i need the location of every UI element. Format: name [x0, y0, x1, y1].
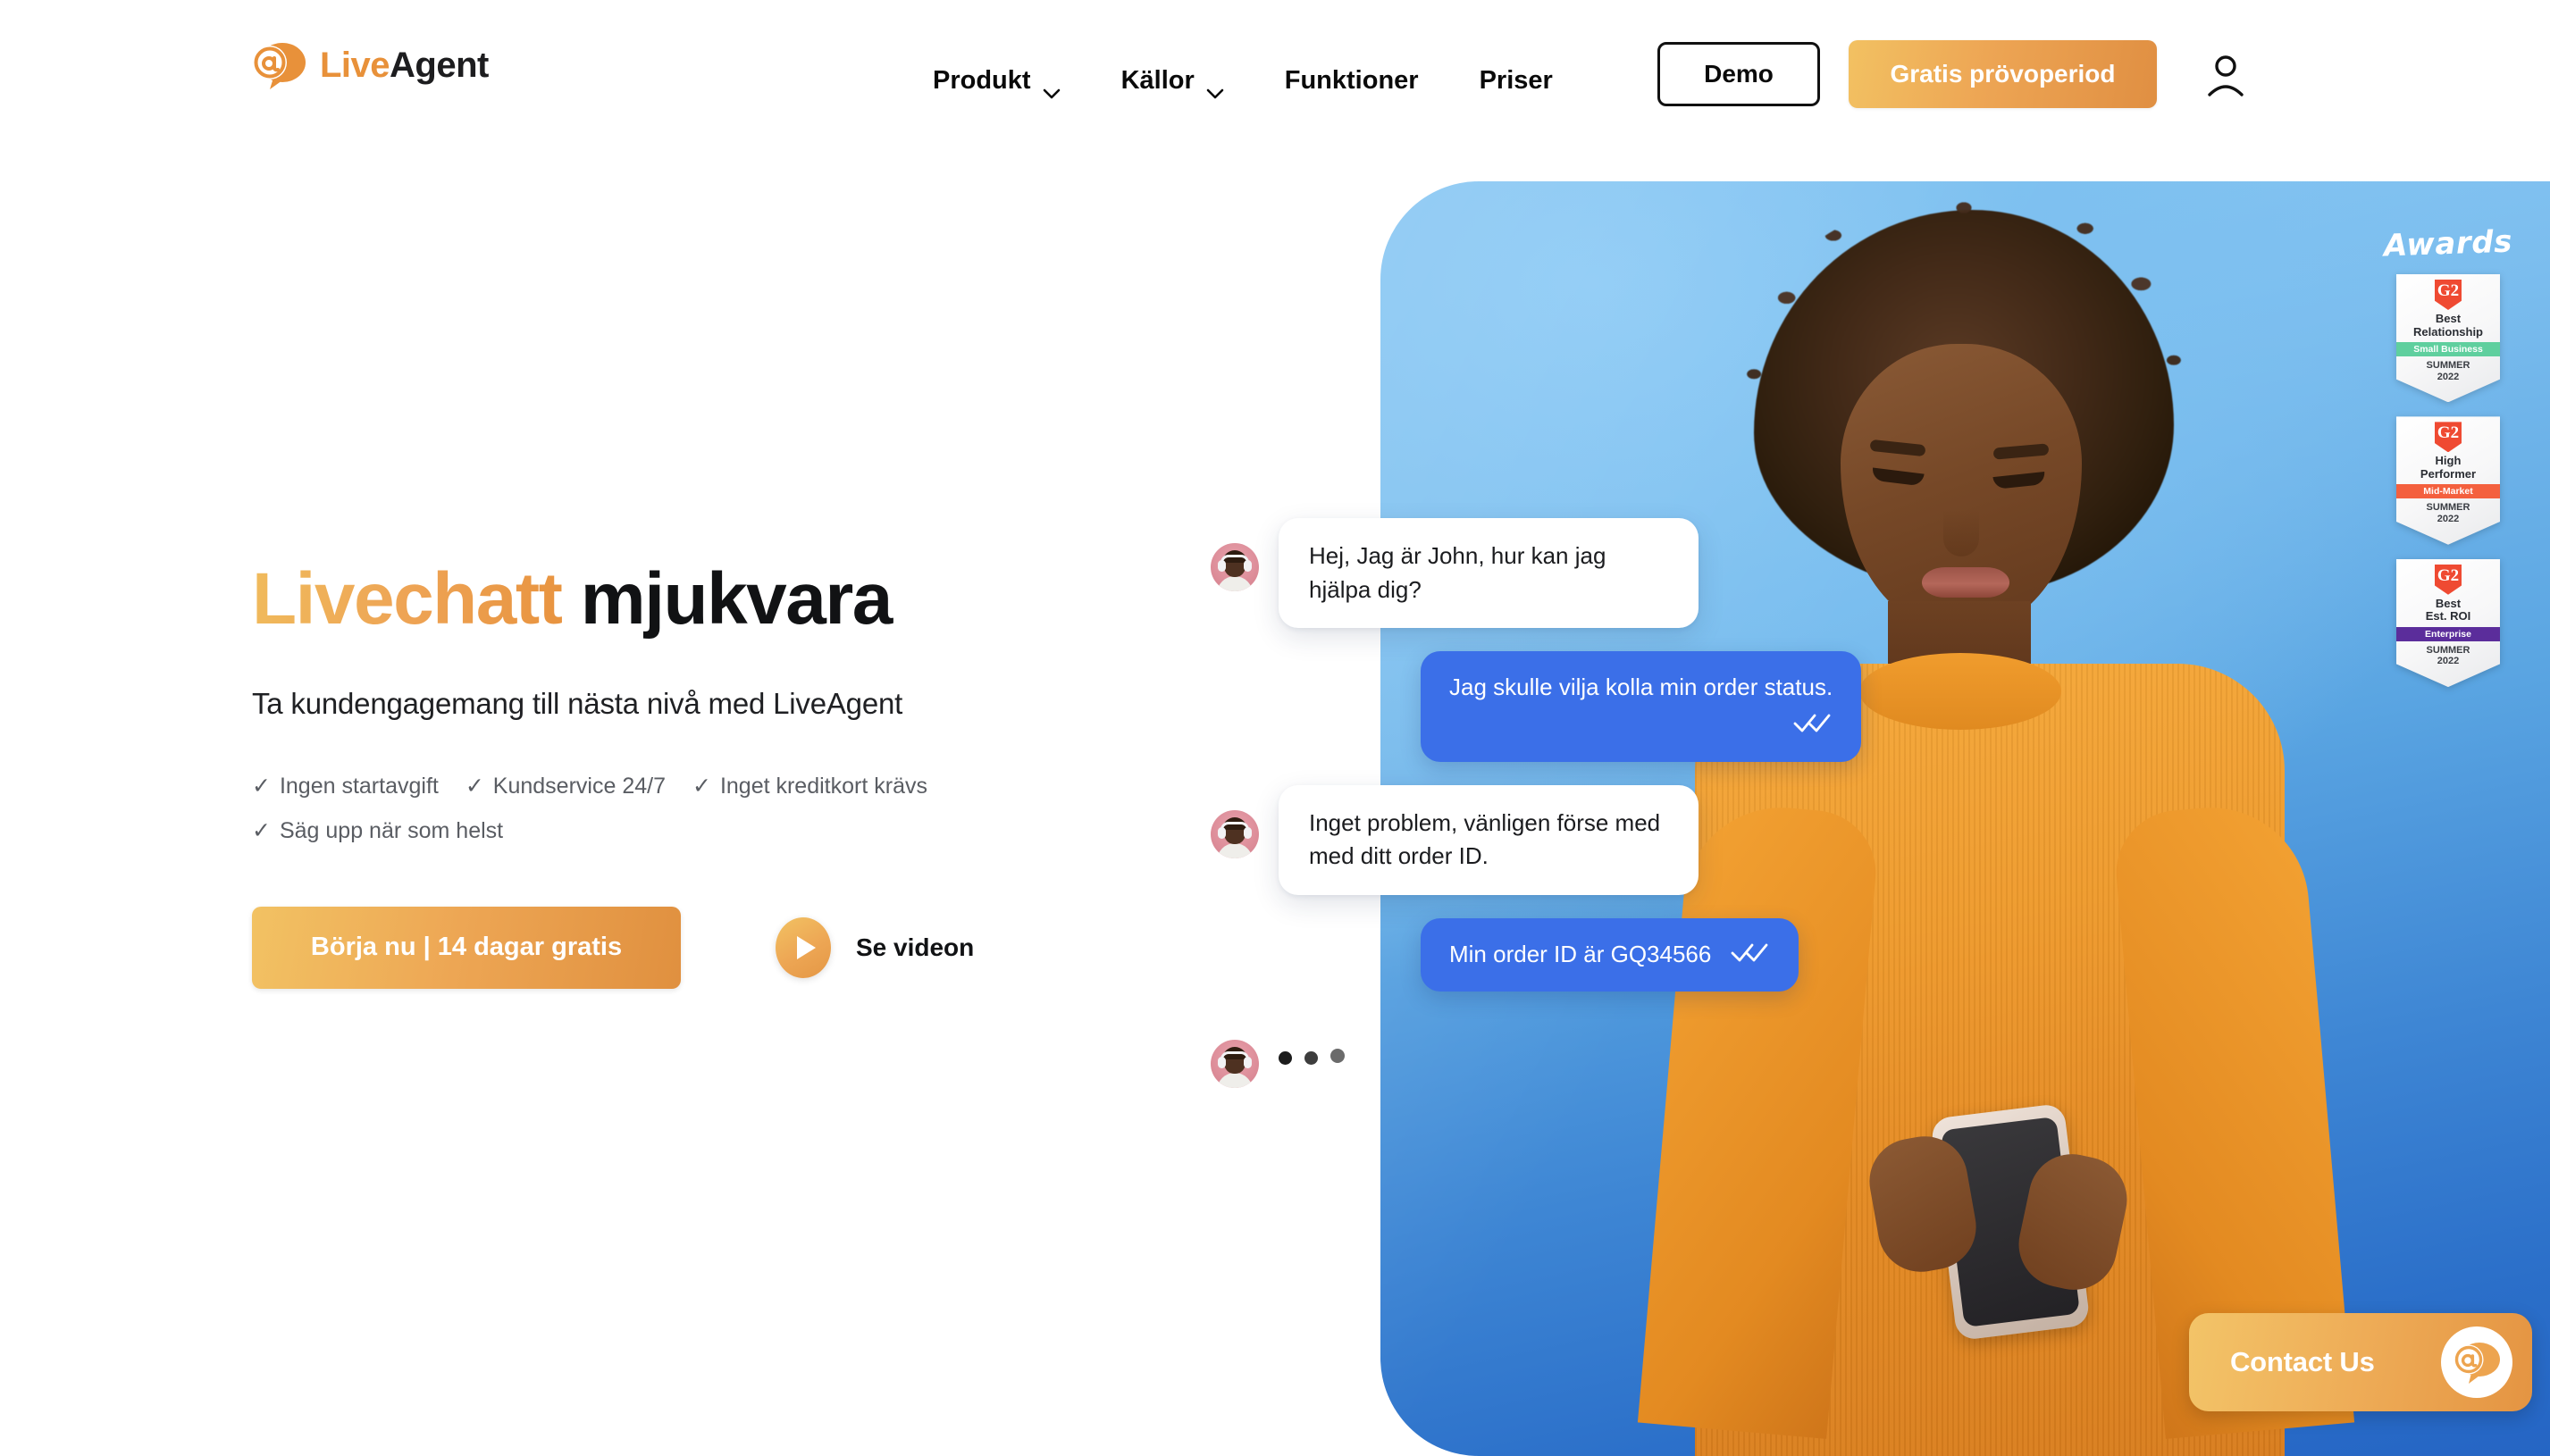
award-season: SUMMER [2426, 502, 2470, 514]
hero-feature-label: Kundservice 24/7 [492, 773, 666, 799]
nav-item-funktioner-label: Funktioner [1284, 65, 1419, 95]
page-title-plain: mjukvara [580, 558, 893, 640]
check-icon: ✓ [252, 817, 271, 843]
award-season: SUMMER [2426, 360, 2470, 372]
free-trial-button-label: Gratis prövoperiod [1890, 60, 2116, 88]
main-navigation: Produkt Källor Funktioner Priser [902, 0, 1583, 161]
award-year: 2022 [2437, 371, 2460, 382]
chat-bubble-incoming: Inget problem, vänligen förse med med di… [1279, 784, 1699, 896]
chat-bubble-outgoing: Jag skulle vilja kolla min order status. [1421, 651, 1862, 762]
hero-cta-row: Börja nu | 14 dagar gratis Se videon [252, 906, 1279, 989]
award-season: SUMMER [2426, 644, 2470, 656]
hero-feature-item: ✓ Ingen startavgift [252, 773, 439, 799]
award-badge: G2 Best Est. ROI Enterprise SUMMER 2022 [2396, 558, 2500, 688]
nav-item-priser-label: Priser [1479, 65, 1553, 95]
chat-message-agent: Inget problem, vänligen förse med med di… [1211, 784, 2194, 896]
chat-bubble-outgoing: Min order ID är GQ34566 [1421, 918, 1799, 992]
chat-message-customer: Jag skulle vilja kolla min order status. [1211, 651, 2194, 762]
agent-avatar [1211, 809, 1259, 858]
hero-feature-label: Inget kreditkort krävs [719, 773, 927, 799]
award-segment: Mid-Market [2396, 484, 2500, 499]
award-title-line2: Performer [2420, 466, 2477, 481]
start-trial-button-label: Börja nu | 14 dagar gratis [310, 933, 623, 962]
check-icon: ✓ [465, 773, 484, 799]
award-title-line1: High [2435, 454, 2462, 468]
page-title: Livechatt mjukvara [252, 558, 1279, 640]
award-segment: Small Business [2396, 342, 2500, 357]
double-check-icon [1793, 708, 1833, 742]
hero-feature-row-1: ✓ Ingen startavgift ✓ Kundservice 24/7 ✓ In… [252, 773, 1279, 799]
nav-item-kallor[interactable]: Källor [1091, 65, 1254, 99]
watch-video-label: Se videon [856, 933, 975, 961]
award-year: 2022 [2437, 514, 2460, 525]
demo-button-label: Demo [1704, 60, 1774, 88]
chevron-down-icon [1043, 77, 1061, 99]
nav-item-produkt-label: Produkt [933, 65, 1031, 95]
check-icon: ✓ [692, 773, 711, 799]
hero-feature-list: ✓ Ingen startavgift ✓ Kundservice 24/7 ✓ In… [252, 773, 1279, 844]
hero-copy: Livechatt mjukvara Ta kundengagemang til… [252, 558, 1279, 989]
award-title-line2: Est. ROI [2425, 609, 2471, 623]
awards-heading: Awards [2383, 223, 2513, 264]
hero-feature-row-2: ✓ Säg upp när som helst [252, 817, 1279, 844]
award-year: 2022 [2437, 656, 2460, 667]
award-segment: Enterprise [2396, 626, 2500, 641]
logo[interactable]: LiveAgent [252, 40, 489, 90]
play-icon [776, 916, 831, 978]
chat-message-typing [1211, 1015, 2194, 1088]
chat-message-customer: Min order ID är GQ34566 [1211, 918, 2194, 992]
hero-subtitle: Ta kundengagemang till nästa nivå med Li… [252, 686, 903, 720]
typing-indicator [1279, 1048, 1345, 1068]
chat-bubble-outgoing-text: Jag skulle vilja kolla min order status. [1449, 674, 1833, 701]
free-trial-button[interactable]: Gratis prövoperiod [1849, 40, 2157, 108]
logo-text-live: Live [320, 45, 390, 85]
demo-button[interactable]: Demo [1657, 42, 1820, 106]
chat-message-agent: Hej, Jag är John, hur kan jag hjälpa dig… [1211, 518, 2194, 629]
agent-avatar [1211, 1039, 1259, 1088]
liveagent-logo-icon [252, 40, 307, 90]
g2-logo-icon: G2 [2435, 564, 2462, 595]
award-title-line1: Best [2435, 312, 2462, 325]
user-account-icon[interactable] [2203, 52, 2248, 98]
awards-panel: Awards G2 Best Relationship Small Busine… [2380, 223, 2516, 701]
nav-item-funktioner[interactable]: Funktioner [1254, 66, 1449, 96]
logo-text-agent: Agent [390, 45, 489, 85]
check-icon: ✓ [252, 773, 271, 799]
chat-bubble-outgoing-text: Min order ID är GQ34566 [1449, 941, 1712, 968]
watch-video-button[interactable]: Se videon [776, 916, 975, 978]
award-badge: G2 Best Relationship Small Business SUMM… [2396, 274, 2500, 403]
g2-logo-icon: G2 [2435, 280, 2462, 310]
hero-feature-item: ✓ Kundservice 24/7 [466, 773, 666, 799]
hero-feature-label: Ingen startavgift [279, 773, 439, 799]
contact-us-label: Contact Us [2230, 1346, 2375, 1377]
award-title-line1: Best [2435, 596, 2462, 610]
site-header: LiveAgent Produkt Källor Funktioner Pris… [0, 0, 2550, 161]
award-title-line2: Relationship [2412, 324, 2483, 339]
nav-item-priser[interactable]: Priser [1449, 66, 1583, 96]
hero-feature-item: ✓ Inget kreditkort krävs [692, 773, 927, 799]
liveagent-chat-icon [2441, 1326, 2512, 1398]
nav-item-produkt[interactable]: Produkt [902, 65, 1091, 99]
g2-logo-icon: G2 [2435, 422, 2462, 453]
logo-text: LiveAgent [320, 46, 489, 86]
nav-item-kallor-label: Källor [1120, 65, 1195, 95]
page-title-accent: Livechatt [252, 558, 563, 640]
double-check-icon [1731, 938, 1770, 972]
chat-bubble-incoming: Hej, Jag är John, hur kan jag hjälpa dig… [1279, 518, 1699, 629]
chat-conversation: Hej, Jag är John, hur kan jag hjälpa dig… [1211, 518, 2194, 1111]
contact-us-widget[interactable]: Contact Us [2189, 1313, 2532, 1411]
chevron-down-icon [1206, 77, 1224, 99]
hero-feature-item: ✓ Säg upp när som helst [252, 817, 503, 844]
agent-avatar [1211, 543, 1259, 591]
award-badge: G2 High Performer Mid-Market SUMMER 2022 [2396, 416, 2500, 545]
hero-feature-label: Säg upp när som helst [279, 817, 504, 843]
start-trial-button[interactable]: Börja nu | 14 dagar gratis [252, 906, 681, 989]
